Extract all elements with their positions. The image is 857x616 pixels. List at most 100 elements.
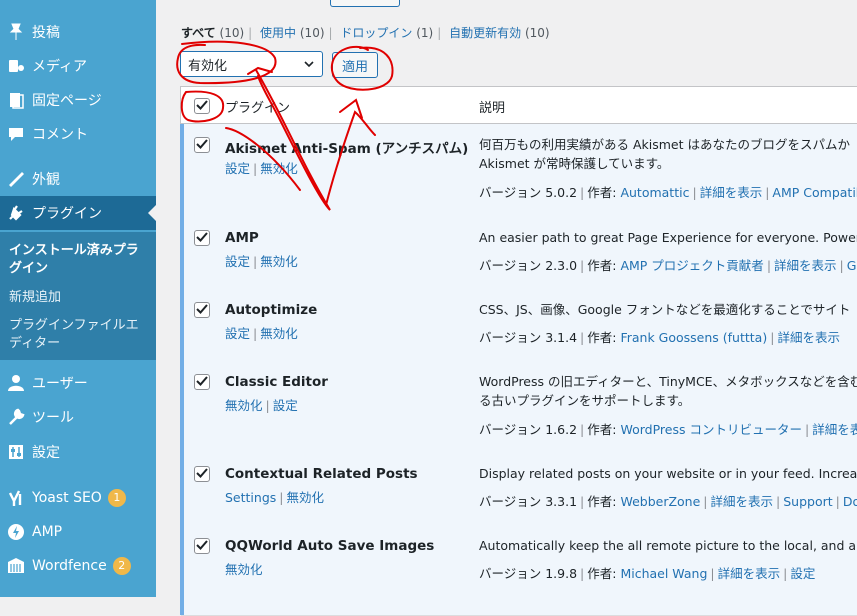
plugin-checkbox[interactable] [194,374,210,390]
plugin-action-link[interactable]: 無効化 [260,254,298,269]
plugin-description: WordPress の旧エディターと、TinyMCE、メタボックスなどを含む [479,374,857,389]
plugin-description-line2: る古いプラグインをサポートします。 [479,393,691,408]
plugin-actions: 設定 | 無効化 [225,326,298,341]
user-icon [6,373,26,393]
plugin-action-link[interactable]: 無効化 [260,326,298,341]
plugin-author-label: 作者: [587,566,617,581]
plugin-meta-link[interactable]: 詳細を表示 [711,494,774,509]
filter-dropin[interactable]: ドロップイン [340,26,412,40]
plugin-name: Autoptimize [225,302,318,318]
plugin-author-link[interactable]: AMP プロジェクト貢献者 [620,258,763,273]
plugin-version: バージョン 3.3.1 [479,494,578,509]
plugin-actions: Settings | 無効化 [225,490,325,505]
sidebar-item-7[interactable]: ツール [0,400,156,434]
wordfence-icon [6,556,26,576]
plugin-row: Classic Editor 無効化 | 設定 WordPress の旧エディターと、T… [180,361,857,454]
plugin-meta-link[interactable]: 詳細を表 [812,422,857,437]
sidebar-item-label: ツール [32,410,74,426]
sidebar-item-11[interactable]: Wordfence 2 [0,549,156,583]
plugin-action-link[interactable]: Settings [225,490,276,505]
filter-autoupdate[interactable]: 自動更新有効 [449,26,521,40]
plugins-table: プラグイン 説明 Akismet Anti-Spam (アンチスパム) 設定 | 無効… [180,86,857,616]
yoast-icon [6,488,26,508]
sidebar-item-5[interactable]: プラグイン [0,196,156,230]
plugin-action-link[interactable]: 設定 [225,254,250,269]
plugin-action-link[interactable]: 無効化 [260,161,298,176]
select-all-checkbox[interactable] [194,98,210,114]
plugin-action-link[interactable]: 設定 [225,161,250,176]
plugin-meta: バージョン 1.6.2 | 作者: WordPress コントリビューター | 詳細を表 [479,419,857,438]
plugin-meta: バージョン 5.0.2 | 作者: Automattic | 詳細を表示 | AMP Com… [479,182,857,201]
plugin-author-link[interactable]: Michael Wang [620,566,707,581]
plugin-meta-link[interactable]: 詳細を表示 [718,566,781,581]
apply-button[interactable]: 適用 [332,52,378,78]
plugin-meta-link[interactable]: 設定 [790,566,815,581]
sidebar-item-4[interactable]: 外観 [0,162,156,196]
brush-icon [6,169,26,189]
plugin-meta-link[interactable]: 詳細を表示 [774,258,837,273]
plugin-row: Akismet Anti-Spam (アンチスパム) 設定 | 無効化 何百万もの利用実… [180,124,857,218]
plugin-name: Contextual Related Posts [225,466,418,482]
submenu-installed[interactable]: インストール済みプラグイン [9,242,149,278]
plugin-meta: バージョン 2.3.0 | 作者: AMP プロジェクト貢献者 | 詳細を表示 | G [479,258,857,273]
plugin-checkbox[interactable] [194,137,210,153]
plugin-meta-link[interactable]: G [847,258,857,273]
plugin-meta-link[interactable]: Support [783,494,832,509]
filter-all[interactable]: すべて [181,26,216,40]
plugin-checkbox[interactable] [194,302,210,318]
submenu-editor[interactable]: プラグインファイルエディター [9,317,149,353]
submenu-add-new[interactable]: 新規追加 [9,289,149,307]
plugin-author-link[interactable]: WebberZone [620,494,700,509]
main-content: すべて (10) | 使用中 (10) | ドロップイン (1) | 自動更新有効 (… [156,0,857,616]
plugin-author-link[interactable]: Frank Goossens (futtta) [620,330,767,345]
sidebar-item-label: 外観 [32,172,60,188]
sidebar-item-10[interactable]: AMP [0,515,156,549]
plugin-author-label: 作者: [587,258,617,273]
plugin-version: バージョン 1.6.2 [479,422,578,437]
settings-icon [6,442,26,462]
plugin-action-link[interactable]: 無効化 [287,490,325,505]
plugin-author-label: 作者: [587,494,617,509]
update-count-badge: 2 [112,557,131,575]
sidebar-item-1[interactable]: メディア [0,49,156,83]
amp-icon [6,522,26,542]
sidebar-item-2[interactable]: 固定ページ [0,83,156,117]
plugin-row: Autoptimize 設定 | 無効化 CSS、JS、画像、Google フォントなど… [180,289,857,362]
plugin-action-link[interactable]: 無効化 [225,562,263,577]
plugin-action-link[interactable]: 設定 [225,326,250,341]
plugin-meta-link[interactable]: 詳細を表示 [777,330,840,345]
plugin-action-link[interactable]: 設定 [273,398,298,413]
plugin-name: QQWorld Auto Save Images [225,538,435,554]
sidebar-item-3[interactable]: コメント [0,117,156,151]
plugin-checkbox[interactable] [194,538,210,554]
sidebar-item-label: Wordfence [32,558,107,574]
plugin-author-link[interactable]: WordPress コントリビューター [620,422,802,437]
filter-active[interactable]: 使用中 [260,26,296,40]
sidebar-item-0[interactable]: 投稿 [0,15,156,49]
plugin-version: バージョン 1.9.8 [479,566,578,581]
plugin-author-link[interactable]: Automattic [620,185,689,200]
page-icon [6,90,26,110]
plugin-action-link[interactable]: 無効化 [225,398,263,413]
plugin-checkbox[interactable] [194,230,210,246]
plugin-meta-link[interactable]: 詳細を表示 [700,185,763,200]
plugin-name: Akismet Anti-Spam (アンチスパム) [225,141,469,157]
plugin-meta-link[interactable]: AMP Compatible [772,185,857,200]
plugin-checkbox[interactable] [194,466,210,482]
plugin-meta: バージョン 1.9.8 | 作者: Michael Wang | 詳細を表示 | 設定 [479,566,816,581]
sidebar-item-label: Yoast SEO [32,490,102,506]
bulk-action-select[interactable]: 有効化 [180,51,323,77]
sidebar-item-8[interactable]: 設定 [0,435,156,469]
plugin-description-line2: Akismet が常時保護しています。 [479,156,670,171]
plugin-meta-link[interactable]: Don [843,494,857,509]
plugin-version: バージョン 2.3.0 [479,258,578,273]
sidebar-item-9[interactable]: Yoast SEO 1 [0,481,156,515]
plugin-description: 何百万もの利用実績がある Akismet はあなたのブログをスパムか [479,137,850,152]
sidebar-item-6[interactable]: ユーザー [0,366,156,400]
plugin-description: An easier path to great Page Experience … [479,230,857,245]
column-plugin[interactable]: プラグイン [225,97,290,116]
plugin-row: Contextual Related Posts Settings | 無効化 Disp… [180,453,857,526]
top-button-partial[interactable] [330,0,400,7]
plugin-meta: バージョン 3.1.4 | 作者: Frank Goossens (futtta) |… [479,330,840,345]
plugin-description: CSS、JS、画像、Google フォントなどを最適化することでサイト [479,302,851,317]
